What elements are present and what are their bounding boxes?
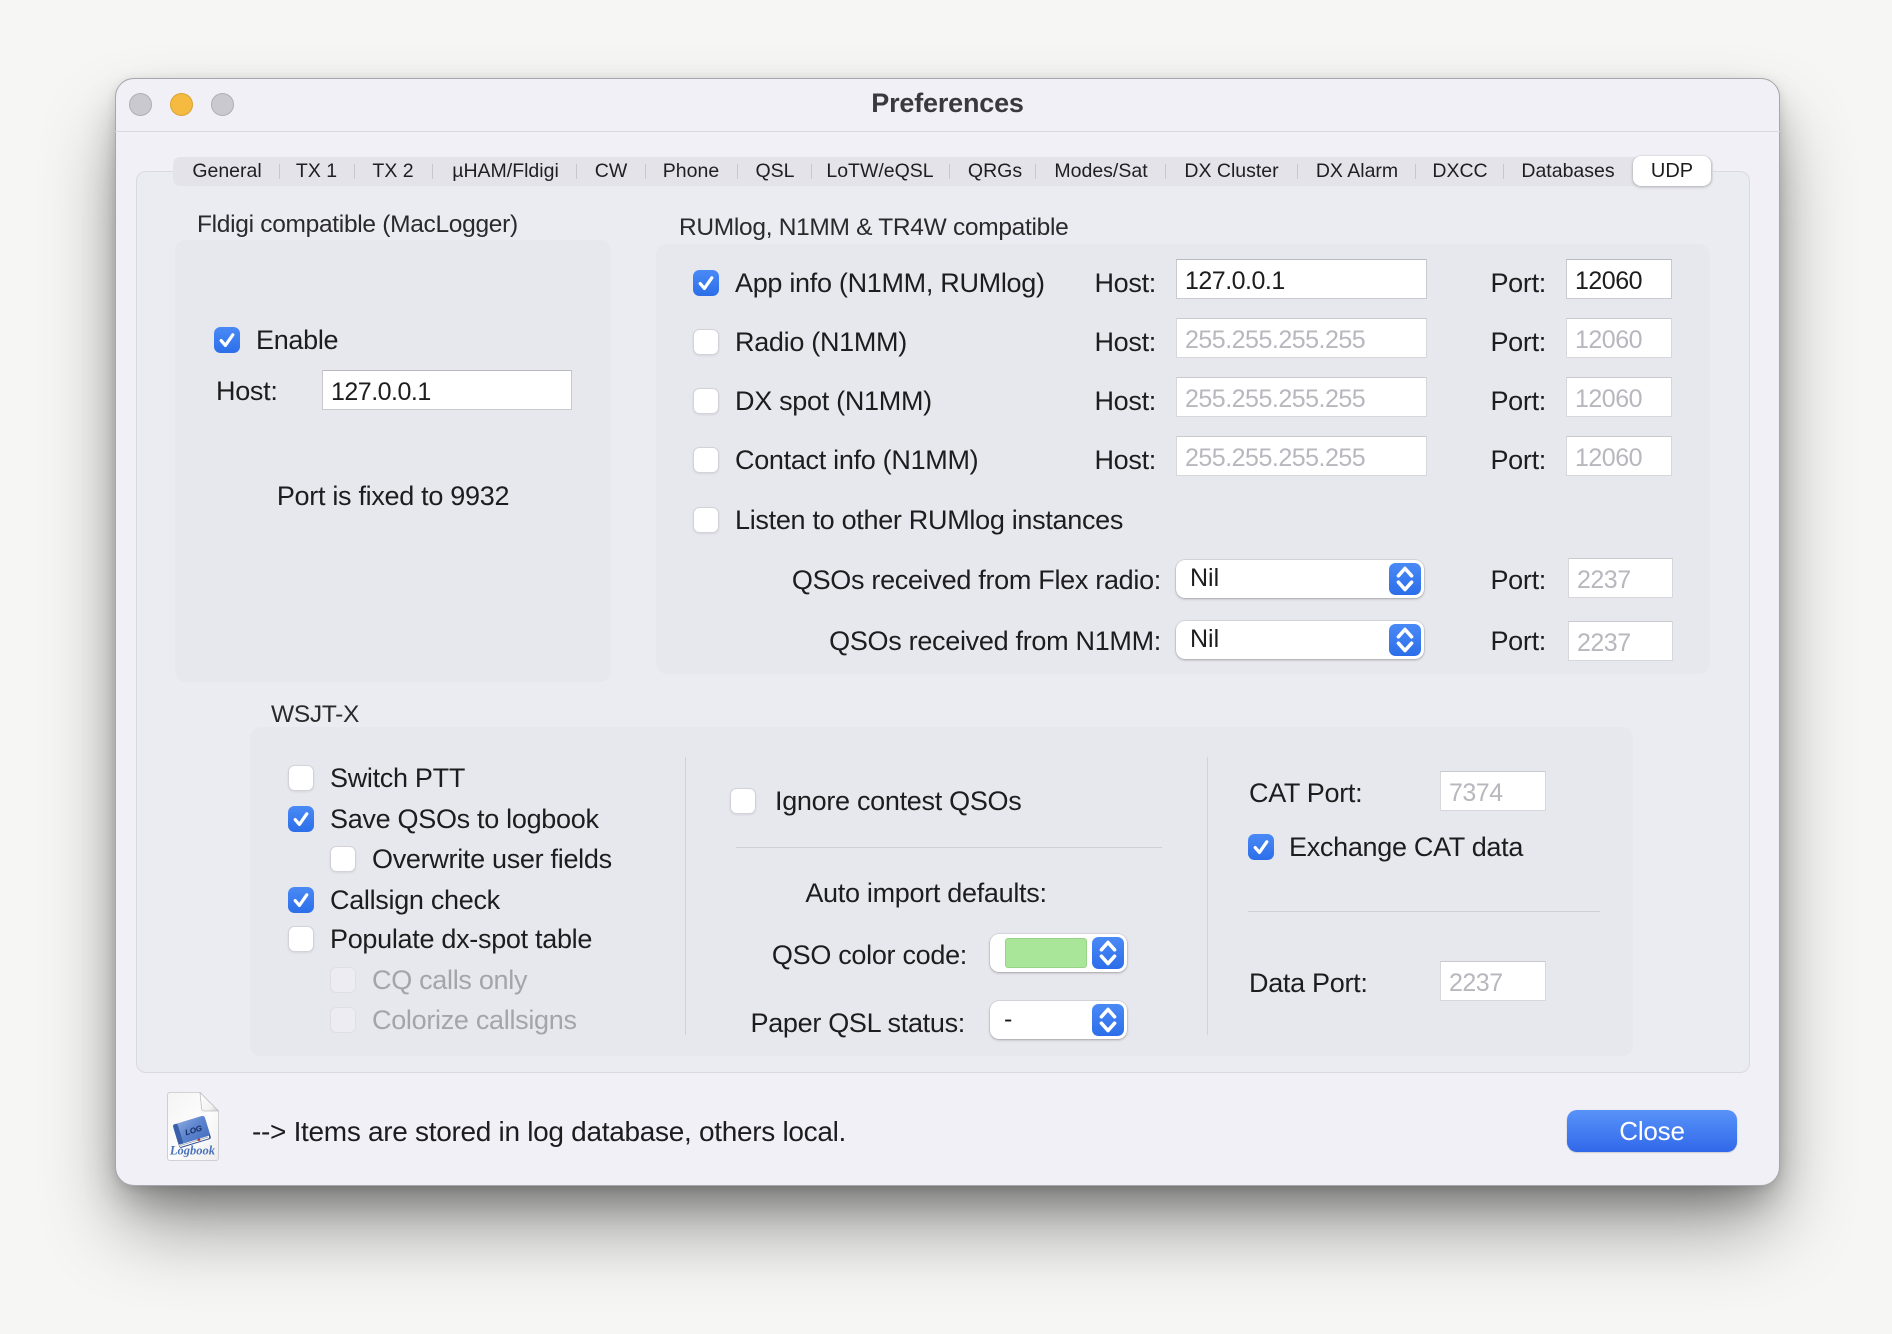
svg-text:Logbook: Logbook [169, 1144, 216, 1158]
